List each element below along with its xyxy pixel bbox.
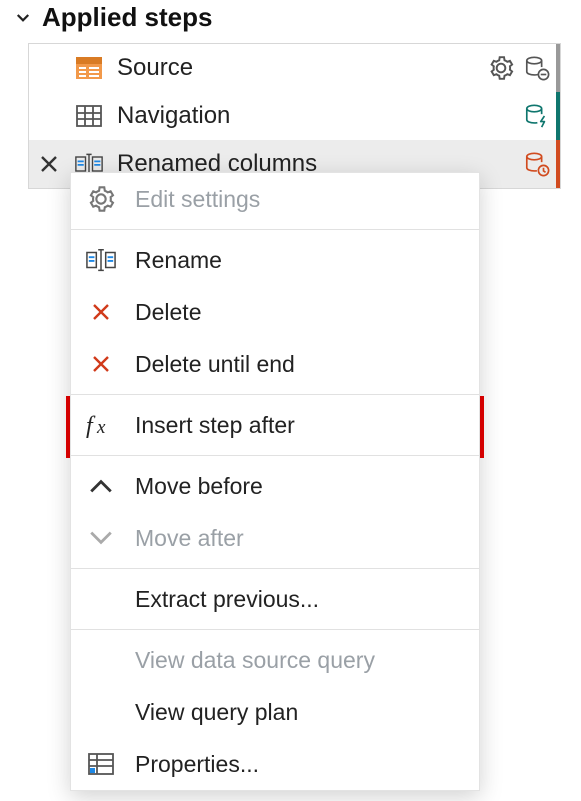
step-label: Source	[117, 54, 488, 82]
database-bolt-icon[interactable]	[524, 103, 550, 129]
menu-extract-previous[interactable]: Extract previous...	[71, 573, 479, 625]
menu-separator	[71, 394, 479, 395]
menu-separator	[71, 568, 479, 569]
blank-icon	[85, 583, 117, 615]
applied-steps-header[interactable]: Applied steps	[0, 0, 581, 43]
menu-label: Edit settings	[135, 186, 260, 213]
fx-icon: f x	[85, 409, 117, 441]
menu-rename[interactable]: Rename	[71, 234, 479, 286]
delete-icon	[85, 296, 117, 328]
menu-move-after: Move after	[71, 512, 479, 564]
chevron-up-icon	[85, 470, 117, 502]
chevron-down-icon	[85, 522, 117, 554]
menu-label: Delete	[135, 299, 201, 326]
menu-label: Move before	[135, 473, 263, 500]
panel-title: Applied steps	[42, 2, 212, 33]
menu-delete-until-end[interactable]: Delete until end	[71, 338, 479, 390]
table-icon	[75, 102, 103, 130]
delete-step-icon[interactable]	[37, 152, 61, 176]
step-label: Navigation	[117, 102, 524, 130]
menu-move-before[interactable]: Move before	[71, 460, 479, 512]
menu-label: Delete until end	[135, 351, 295, 378]
source-icon	[75, 54, 103, 82]
menu-properties[interactable]: Properties...	[71, 738, 479, 790]
menu-label: Rename	[135, 247, 222, 274]
menu-separator	[71, 229, 479, 230]
menu-separator	[71, 455, 479, 456]
chevron-down-icon	[14, 9, 32, 27]
svg-text:f: f	[86, 413, 96, 438]
delete-icon	[85, 348, 117, 380]
menu-insert-step-after[interactable]: f x Insert step after	[71, 399, 479, 451]
menu-label: View query plan	[135, 699, 298, 726]
menu-label: View data source query	[135, 647, 375, 674]
menu-delete[interactable]: Delete	[71, 286, 479, 338]
step-row-navigation[interactable]: Navigation	[29, 92, 560, 140]
database-clock-icon[interactable]	[524, 151, 550, 177]
svg-text:x: x	[96, 417, 106, 438]
properties-icon	[85, 748, 117, 780]
database-minus-icon[interactable]	[524, 55, 550, 81]
gear-icon	[85, 183, 117, 215]
menu-separator	[71, 629, 479, 630]
blank-icon	[85, 696, 117, 728]
applied-steps-list: Source	[28, 43, 561, 189]
menu-edit-settings: Edit settings	[71, 173, 479, 225]
step-row-source[interactable]: Source	[29, 44, 560, 92]
menu-label: Properties...	[135, 751, 259, 778]
step-context-menu: Edit settings Rename Delete Delet	[70, 172, 480, 791]
menu-label: Extract previous...	[135, 586, 319, 613]
blank-icon	[85, 644, 117, 676]
menu-view-query-plan[interactable]: View query plan	[71, 686, 479, 738]
rename-icon	[85, 244, 117, 276]
menu-label: Move after	[135, 525, 244, 552]
menu-view-data-source-query: View data source query	[71, 634, 479, 686]
gear-icon[interactable]	[488, 55, 514, 81]
menu-label: Insert step after	[135, 412, 295, 439]
